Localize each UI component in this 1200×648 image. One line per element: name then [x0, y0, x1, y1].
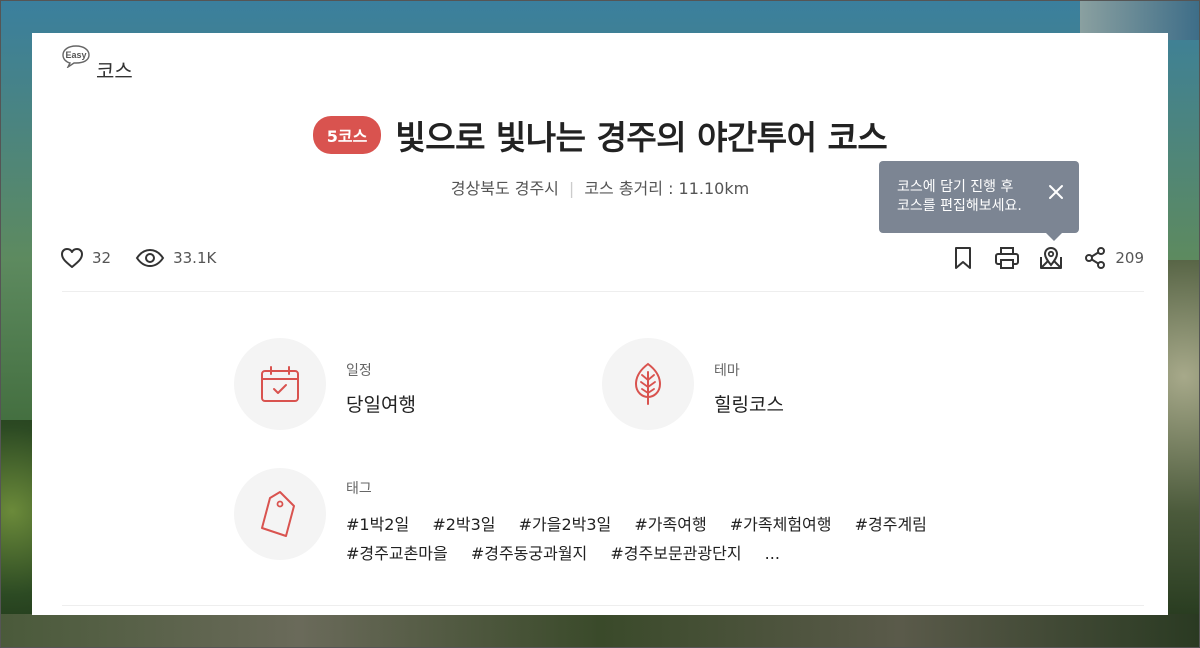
- like-count: 32: [92, 249, 112, 267]
- schedule-value: 당일여행: [346, 394, 416, 416]
- theme-label: 테마: [714, 363, 740, 379]
- tag-item[interactable]: #경주보문관광단지: [610, 539, 741, 568]
- views-stat: 33.1K: [135, 248, 216, 268]
- eye-icon: [135, 248, 165, 268]
- tags-icon-circle: [234, 468, 326, 560]
- share-icon: [1085, 247, 1106, 269]
- tags-info: 태그 #1박2일 #2박3일 #가을2박3일 #가족여행 #가족체험여행 #경주…: [234, 468, 966, 568]
- theme-icon-circle: [602, 338, 694, 430]
- action-toolbar: 209: [933, 244, 1144, 272]
- easy-logo-text: Easy: [65, 50, 86, 60]
- calendar-icon: [261, 366, 299, 402]
- more-tags-button[interactable]: ...: [765, 539, 780, 568]
- meta-separator: |: [568, 179, 575, 198]
- background-bottom-strip: [0, 614, 1200, 648]
- leaf-icon: [634, 362, 662, 405]
- region-text: 경상북도 경주시: [450, 179, 559, 198]
- save-course-tooltip: 코스에 담기 진행 후 코스를 편집해보세요.: [879, 161, 1079, 241]
- distance-text: 코스 총거리 : 11.10km: [584, 179, 750, 198]
- printer-icon: [995, 247, 1020, 269]
- schedule-info: 일정 당일여행: [234, 338, 416, 430]
- tag-list: #1박2일 #2박3일 #가을2박3일 #가족여행 #가족체험여행 #경주계림 …: [346, 510, 966, 568]
- save-to-course-button[interactable]: [1037, 244, 1065, 272]
- theme-info: 테마 힐링코스: [602, 338, 784, 430]
- stats-row: 32 33.1K: [60, 244, 240, 272]
- theme-value: 힐링코스: [714, 394, 784, 416]
- schedule-icon-circle: [234, 338, 326, 430]
- section-label: 코스: [96, 59, 133, 83]
- schedule-label: 일정: [346, 363, 372, 379]
- page-title: 빛으로 빛나는 경주의 야간투어 코스: [395, 118, 888, 157]
- tag-item[interactable]: #가을2박3일: [519, 510, 612, 539]
- tag-item[interactable]: #경주동궁과월지: [471, 539, 587, 568]
- course-count-badge: 5코스: [312, 116, 382, 154]
- tag-icon: [261, 491, 295, 537]
- map-pin-icon: [1040, 246, 1063, 269]
- tag-item[interactable]: #경주계림: [855, 510, 927, 539]
- tag-item[interactable]: #1박2일: [346, 510, 409, 539]
- share-count: 209: [1115, 249, 1144, 267]
- bookmark-icon: [955, 247, 972, 269]
- like-button[interactable]: 32: [60, 247, 111, 269]
- tooltip-close-icon[interactable]: [1047, 183, 1065, 201]
- easy-logo-icon: Easy: [62, 45, 90, 68]
- print-button[interactable]: [993, 244, 1021, 272]
- heart-icon: [61, 248, 83, 268]
- view-count: 33.1K: [173, 249, 217, 267]
- tag-item[interactable]: #경주교촌마을: [346, 539, 448, 568]
- divider-bottom: [62, 605, 1144, 606]
- tag-item[interactable]: #가족여행: [634, 510, 706, 539]
- tag-item[interactable]: #가족체험여행: [730, 510, 832, 539]
- tag-item[interactable]: #2박3일: [432, 510, 495, 539]
- share-button[interactable]: [1081, 244, 1109, 272]
- tags-label: 태그: [346, 481, 372, 497]
- course-detail-panel: Easy 코스 5코스 빛으로 빛나는 경주의 야간투어 코스 경상북도 경주시…: [32, 33, 1168, 615]
- divider-top: [62, 291, 1144, 292]
- title-row: 5코스 빛으로 빛나는 경주의 야간투어 코스: [32, 113, 1168, 157]
- bookmark-button[interactable]: [949, 244, 977, 272]
